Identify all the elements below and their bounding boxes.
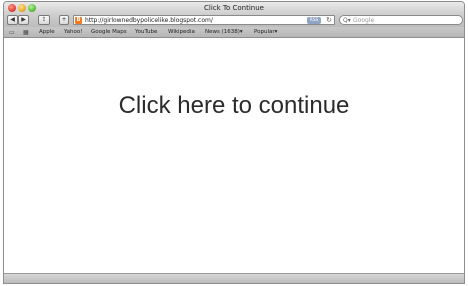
bookmark-item[interactable]: Apple [39,29,55,36]
bookmark-item[interactable]: Wikipedia [168,29,195,36]
search-icon[interactable]: Q▾ [343,16,351,25]
title-bar: Click To Continue [4,2,464,14]
bookmark-item[interactable]: News (1638)▾ [205,29,243,36]
status-bar [4,273,464,283]
browser-window: Click To Continue ◀ ▶ ⇪ + B http://girlo… [3,1,465,284]
share-button[interactable]: ⇪ [38,15,50,25]
search-field[interactable]: Q▾ Google [339,15,463,25]
reload-icon[interactable]: ↻ [326,16,332,25]
open-book-icon[interactable]: ▭ [9,29,15,36]
bookmarks-bar: ▭ ▦ Apple Yahoo! Google Maps YouTube Wik… [4,27,464,38]
url-text[interactable]: http://girlownedbypolicelike.blogspot.co… [85,16,213,25]
top-sites-grid-icon[interactable]: ▦ [23,29,29,36]
window-title: Click To Continue [204,4,264,12]
add-bookmark-button[interactable]: + [59,15,69,25]
bookmark-item[interactable]: Popular▾ [254,29,277,36]
continue-link[interactable]: Click here to continue [4,92,464,120]
forward-button[interactable]: ▶ [18,15,29,25]
rss-icon[interactable]: RSS [307,17,321,24]
address-bar[interactable]: B http://girlownedbypolicelike.blogspot.… [73,15,335,25]
search-placeholder: Google [353,17,375,24]
site-favicon-icon: B [75,17,82,24]
back-button[interactable]: ◀ [7,15,18,25]
bookmark-item[interactable]: Google Maps [91,29,127,36]
bookmark-item[interactable]: Yahoo! [64,29,82,36]
browser-toolbar: ◀ ▶ ⇪ + B http://girlownedbypolicelike.b… [4,14,464,27]
page-content: Click here to continue [4,39,464,275]
bookmark-item[interactable]: YouTube [135,29,157,36]
